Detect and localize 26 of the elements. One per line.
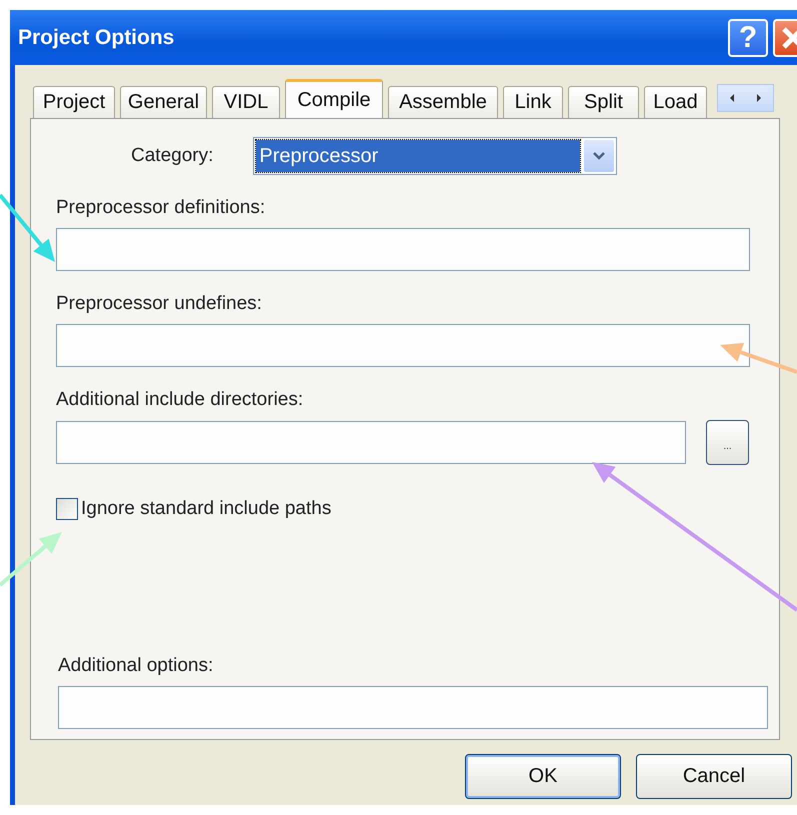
ok-button[interactable]: OK <box>465 754 621 799</box>
input-field[interactable] <box>56 421 686 464</box>
field-label: Additional include directories: <box>56 389 304 411</box>
category-dropdown[interactable]: Preprocessor <box>253 137 618 175</box>
tab[interactable]: Split <box>568 86 639 118</box>
tab-scroll-buttons[interactable] <box>717 84 774 112</box>
checkbox[interactable] <box>56 498 78 520</box>
tab[interactable]: Compile <box>285 79 383 119</box>
chevron-down-icon <box>592 151 606 161</box>
input-field[interactable] <box>56 228 750 271</box>
browse-button[interactable]: ... <box>706 420 749 465</box>
tab[interactable]: Link <box>503 86 563 118</box>
checkbox-label[interactable]: Ignore standard include paths <box>81 498 332 520</box>
tab[interactable]: VIDL <box>212 86 280 118</box>
field-label: Preprocessor definitions: <box>56 197 266 219</box>
field-label: Additional options: <box>58 655 214 677</box>
tab[interactable]: Load <box>644 86 707 118</box>
cancel-button[interactable]: Cancel <box>636 754 792 799</box>
tab[interactable]: Assemble <box>388 86 498 118</box>
category-label: Category: <box>131 145 214 167</box>
tab[interactable]: General <box>120 86 207 118</box>
field-label: Preprocessor undefines: <box>56 293 263 315</box>
window-title: Project Options <box>18 26 176 50</box>
input-field[interactable] <box>58 686 768 729</box>
input-field[interactable] <box>56 324 750 367</box>
tab[interactable]: Project <box>33 86 115 118</box>
